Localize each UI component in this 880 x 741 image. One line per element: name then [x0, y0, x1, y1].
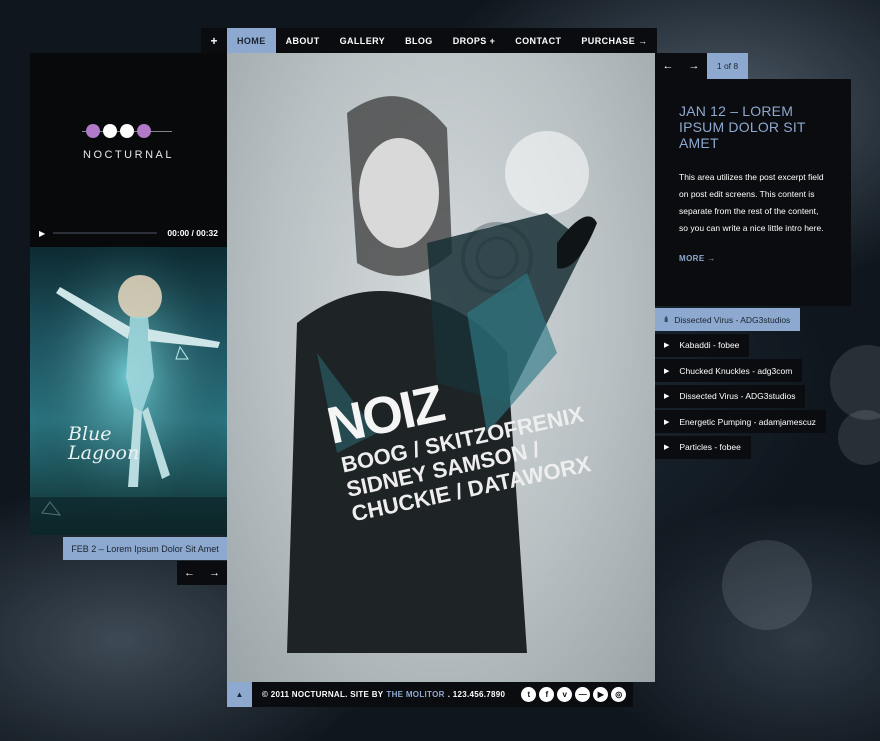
background-bokeh — [830, 345, 880, 420]
slide-counter: 1 of 8 — [707, 53, 748, 79]
phone-text: . 123.456.7890 — [447, 690, 506, 699]
logo-dot — [103, 124, 117, 138]
play-icon: ▶ — [664, 393, 670, 400]
vimeo-icon[interactable]: v — [557, 687, 573, 702]
playlist-track[interactable]: ▶ Kabaddi - fobee — [655, 333, 750, 357]
rss-icon[interactable]: ◎ — [611, 687, 627, 702]
player-progress-track[interactable] — [53, 232, 158, 234]
track-title: Particles - fobee — [679, 442, 741, 452]
site-logo-text[interactable]: NOCTURNAL — [30, 149, 227, 161]
equalizer-icon: ılı — [664, 315, 668, 324]
more-link[interactable]: MORE → — [679, 254, 827, 263]
playlist-track[interactable]: ▶ Particles - fobee — [655, 435, 751, 459]
artwork-title-line: Lagoon — [68, 442, 140, 464]
nav-contact[interactable]: CONTACT — [505, 28, 571, 53]
audio-player: ▶ 00:00 / 00:32 — [30, 225, 227, 241]
play-icon: ▶ — [664, 342, 670, 349]
playlist-track[interactable]: ▶ Energetic Pumping - adamjamescuz — [655, 410, 826, 433]
logo-dot — [86, 124, 100, 138]
playlist-track[interactable]: ılı Dissected Virus - ADG3studios — [655, 308, 801, 331]
youtube-icon[interactable]: ▶ — [593, 687, 609, 702]
nav-gallery[interactable]: GALLERY — [330, 28, 395, 53]
nav-blog[interactable]: BLOG — [395, 28, 443, 53]
nav-home[interactable]: HOME — [227, 28, 276, 53]
background-bokeh — [722, 540, 812, 630]
blue-lagoon-artwork[interactable]: Blue Lagoon — [30, 247, 227, 535]
nav-about[interactable]: ABOUT — [276, 28, 330, 53]
left-post-caption[interactable]: FEB 2 – Lorem Ipsum Dolor Sit Amet — [63, 537, 227, 560]
facebook-icon[interactable]: f — [539, 687, 555, 702]
site-by-link[interactable]: THE MOLITOR — [386, 690, 444, 699]
play-icon: ▶ — [664, 444, 670, 451]
arrow-left-icon[interactable]: ← — [184, 567, 195, 579]
track-title: Energetic Pumping - adamjamescuz — [679, 416, 816, 427]
nav-drops[interactable]: DROPS + — [443, 28, 506, 53]
post-title[interactable]: JAN 12 – LOREM IPSUM DOLOR SIT AMET — [679, 103, 827, 151]
featured-poster[interactable]: NOIZ BOOG / SKITZOFRENIX SIDNEY SAMSON /… — [227, 53, 655, 682]
post-excerpt: This area utilizes the post excerpt fiel… — [679, 172, 824, 233]
footer-credits: © 2011 NOCTURNAL. SITE BY THE MOLITOR . … — [252, 682, 516, 707]
right-slider-controls: ← → 1 of 8 — [655, 53, 748, 79]
poster-illustration — [287, 96, 597, 653]
playlist: ılı Dissected Virus - ADG3studios ▶ Kaba… — [655, 308, 826, 461]
twitter-icon[interactable]: t — [521, 687, 537, 702]
play-icon: ▶ — [664, 418, 670, 426]
playlist-track[interactable]: ▶ Dissected Virus - ADG3studios — [655, 384, 806, 408]
track-title: Dissected Virus - ADG3studios — [674, 314, 791, 325]
left-slider-arrows: ← → — [177, 561, 227, 585]
copyright-text: © 2011 NOCTURNAL. SITE BY — [262, 690, 384, 699]
playlist-track[interactable]: ▶ Chucked Knuckles - adg3com — [655, 359, 803, 382]
artwork-title: Blue Lagoon — [68, 425, 139, 463]
blue-lagoon-illustration — [30, 247, 227, 535]
footer-bar: ▲ © 2011 NOCTURNAL. SITE BY THE MOLITOR … — [227, 682, 634, 707]
track-title: Dissected Virus - ADG3studios — [679, 391, 796, 401]
nav-purchase[interactable]: PURCHASE → — [571, 28, 657, 53]
player-time: 00:00 / 00:32 — [167, 228, 218, 238]
social-links: t f v — ▶ ◎ — [515, 682, 634, 707]
track-title: Chucked Knuckles - adg3com — [679, 365, 793, 376]
logo-mark[interactable] — [86, 124, 151, 138]
featured-post-panel: JAN 12 – LOREM IPSUM DOLOR SIT AMET This… — [655, 79, 851, 306]
arrow-right-icon[interactable]: → — [209, 567, 220, 579]
logo-dot — [120, 124, 134, 138]
play-icon: ▶ — [664, 367, 670, 375]
scroll-top-button[interactable]: ▲ — [227, 682, 252, 707]
background-bokeh — [838, 410, 880, 465]
myspace-icon[interactable]: — — [575, 687, 591, 702]
nav-plus-icon[interactable]: + — [201, 28, 227, 53]
play-icon[interactable]: ▶ — [39, 229, 45, 238]
logo-dot — [137, 124, 151, 138]
arrow-left-icon[interactable]: ← — [655, 53, 681, 79]
main-nav: + HOME ABOUT GALLERY BLOG DROPS + CONTAC… — [201, 28, 658, 53]
arrow-right-icon[interactable]: → — [681, 53, 707, 79]
track-title: Kabaddi - fobee — [679, 340, 740, 350]
